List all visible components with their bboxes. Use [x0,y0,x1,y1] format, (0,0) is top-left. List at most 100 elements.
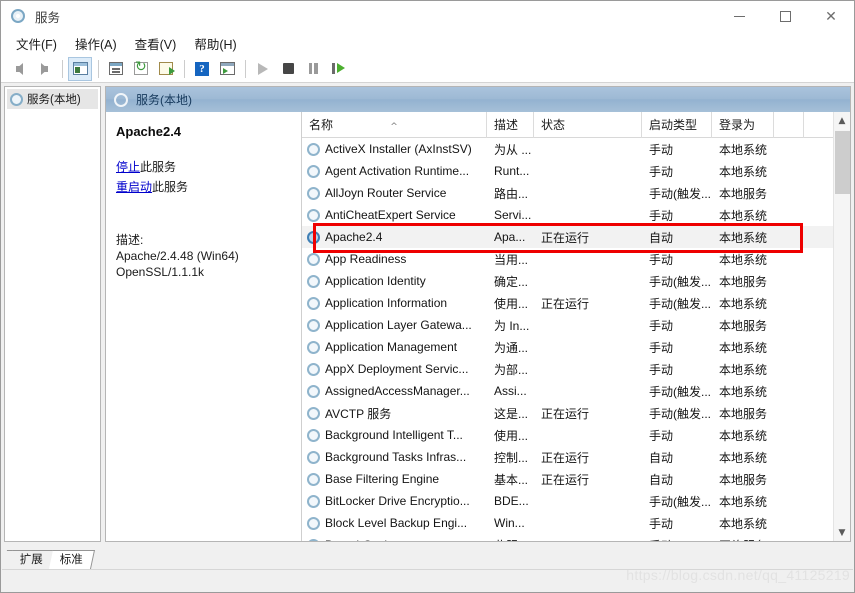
table-row[interactable]: Block Level Backup Engi... Win... 手动 本地系统 [302,512,850,534]
column-header-5[interactable] [774,112,804,138]
cell-logon: 本地服务 [719,318,768,333]
table-row[interactable]: Application Management 为通... 手动 本地系统 [302,336,850,358]
services-list-header: 名称 ^ 描述 状态 启动类型 登录为 [302,112,850,138]
services-console-window: 服务 ✕ 文件(F) 操作(A) 查看(V) 帮助(H) ? [0,0,855,593]
show-action-pane-icon[interactable] [215,57,239,81]
table-row[interactable]: BitLocker Drive Encryptio... BDE... 手动(触发.… [302,490,850,512]
table-row[interactable]: AVCTP 服务 这是... 正在运行 手动(触发... 本地服务 [302,402,850,424]
column-header-0[interactable]: 名称 ^ [302,112,487,138]
table-row[interactable]: Background Intelligent T... 使用... 手动 本地系统 [302,424,850,446]
table-row[interactable]: Application Identity 确定... 手动(触发... 本地服务 [302,270,850,292]
table-row[interactable]: ActiveX Installer (AxInstSV) 为从 ... 手动 本地系统 [302,138,850,160]
cell-desc: 为从 ... [494,142,532,157]
tree-node-services-local[interactable]: 服务(本地) [7,89,98,109]
table-row[interactable]: App Readiness 当用... 手动 本地系统 [302,248,850,270]
stop-this-service-link[interactable]: 停止 [116,160,140,174]
back-arrow-icon[interactable] [7,57,31,81]
services-list-rows: ActiveX Installer (AxInstSV) 为从 ... 手动 本地系统… [302,138,850,541]
table-row[interactable]: Base Filtering Engine 基本... 正在运行 自动 本地服务 [302,468,850,490]
cell-name: Application Identity [302,274,487,288]
vertical-scrollbar[interactable]: ▲ ▼ [833,112,850,541]
maximize-button[interactable] [762,1,808,32]
restart-this-service-link[interactable]: 重启动 [116,180,152,194]
scrollbar-thumb[interactable] [835,131,850,194]
cell-logon: 本地系统 [719,494,768,509]
column-header-3[interactable]: 启动类型 [642,112,712,138]
cell-startup: 自动 [649,450,674,465]
cell-desc: Apa... [494,230,526,244]
table-row[interactable]: Background Tasks Infras... 控制... 正在运行 自动 本地系… [302,446,850,468]
table-row[interactable]: Apache2.4 Apa... 正在运行 自动 本地系统 [302,226,850,248]
table-row[interactable]: AntiCheatExpert Service Servi... 手动 本地系统 [302,204,850,226]
menu-file[interactable]: 文件(F) [7,31,66,56]
table-row[interactable]: BranchCache 此服... 手动网络服务 [302,534,850,541]
pause-service-icon[interactable] [301,57,325,81]
tab-extended-label: 扩展 [19,554,43,566]
help-icon[interactable]: ? [190,57,214,81]
menu-action[interactable]: 操作(A) [66,31,126,56]
column-header-1[interactable]: 描述 [487,112,534,138]
cell-startup: 手动 [642,537,712,542]
column-header-4[interactable]: 登录为 [712,112,774,138]
cell-name: Background Intelligent T... [302,428,487,442]
table-row[interactable]: Application Information 使用... 正在运行 手动(触发...… [302,292,850,314]
cell-name: Background Tasks Infras... [302,450,487,464]
menu-help[interactable]: 帮助(H) [185,31,245,56]
column-header-label: 描述 [494,117,519,132]
service-name-text: Background Intelligent T... [325,428,463,442]
cell-startup: 手动(触发... [649,494,711,509]
table-row[interactable]: Application Layer Gatewa... 为 In... 手动 本地服务 [302,314,850,336]
cell-name: Block Level Backup Engi... [302,516,487,530]
table-row[interactable]: Agent Activation Runtime... Runt... 手动 本地系统 [302,160,850,182]
column-header-2[interactable]: 状态 [534,112,642,138]
service-detail-panel: Apache2.4 停止此服务 重启动此服务 描述: Apache/2.4.48… [106,112,302,541]
toolbar-separator [62,59,63,78]
table-row[interactable]: AssignedAccessManager... Assi... 手动(触发... 本… [302,380,850,402]
scroll-down-icon[interactable]: ▼ [834,524,851,541]
service-gear-icon [307,274,320,288]
table-row[interactable]: AppX Deployment Servic... 为部... 手动 本地系统 [302,358,850,380]
service-name-text: Block Level Backup Engi... [325,516,468,530]
column-header-label: 状态 [541,117,566,132]
scroll-up-icon[interactable]: ▲ [834,112,851,129]
service-name-text: App Readiness [325,252,407,266]
cell-name: AVCTP 服务 [302,405,487,422]
cell-desc: Servi... [494,208,532,222]
sort-ascending-icon: ^ [390,121,398,132]
cell-logon: 本地服务 [719,186,768,201]
export-list-icon[interactable] [154,57,178,81]
cell-name: AppX Deployment Servic... [302,362,487,376]
forward-arrow-icon[interactable] [32,57,56,81]
cell-startup: 手动(触发... [649,274,711,289]
service-gear-icon [307,252,320,266]
cell-desc: 这是... [494,406,529,421]
cell-name: App Readiness [302,252,487,266]
show-hide-console-tree-icon[interactable] [68,56,92,81]
description-line-1: Apache/2.4.48 (Win64) [116,249,239,263]
service-name-text: AppX Deployment Servic... [325,362,469,376]
service-gear-icon [307,296,320,310]
service-gear-icon [307,406,320,420]
properties-icon[interactable] [104,57,128,81]
tab-standard-label: 标准 [59,554,83,566]
service-name-text: Base Filtering Engine [325,472,440,486]
restart-service-icon[interactable] [326,57,350,81]
table-row[interactable]: AllJoyn Router Service 路由... 手动(触发... 本地服务 [302,182,850,204]
column-header-label: 登录为 [719,117,756,132]
service-name-text: ActiveX Installer (AxInstSV) [325,142,472,156]
stop-service-icon[interactable] [276,57,300,81]
cell-status: 正在运行 [541,472,590,487]
menu-view[interactable]: 查看(V) [126,31,186,56]
tab-standard[interactable]: 标准 [48,550,96,569]
services-gear-icon [10,92,23,106]
service-gear-icon [307,538,320,541]
console-tree-pane: 服务(本地) [4,86,101,542]
tab-extended[interactable]: 扩展 [8,550,56,569]
cell-logon: 本地服务 [719,472,768,487]
cell-logon: 本地系统 [719,230,768,245]
minimize-button[interactable] [716,1,762,32]
close-button[interactable]: ✕ [808,1,854,32]
refresh-icon[interactable] [129,57,153,81]
cell-desc: 为 In... [494,318,530,333]
cell-startup: 手动 [649,252,674,267]
